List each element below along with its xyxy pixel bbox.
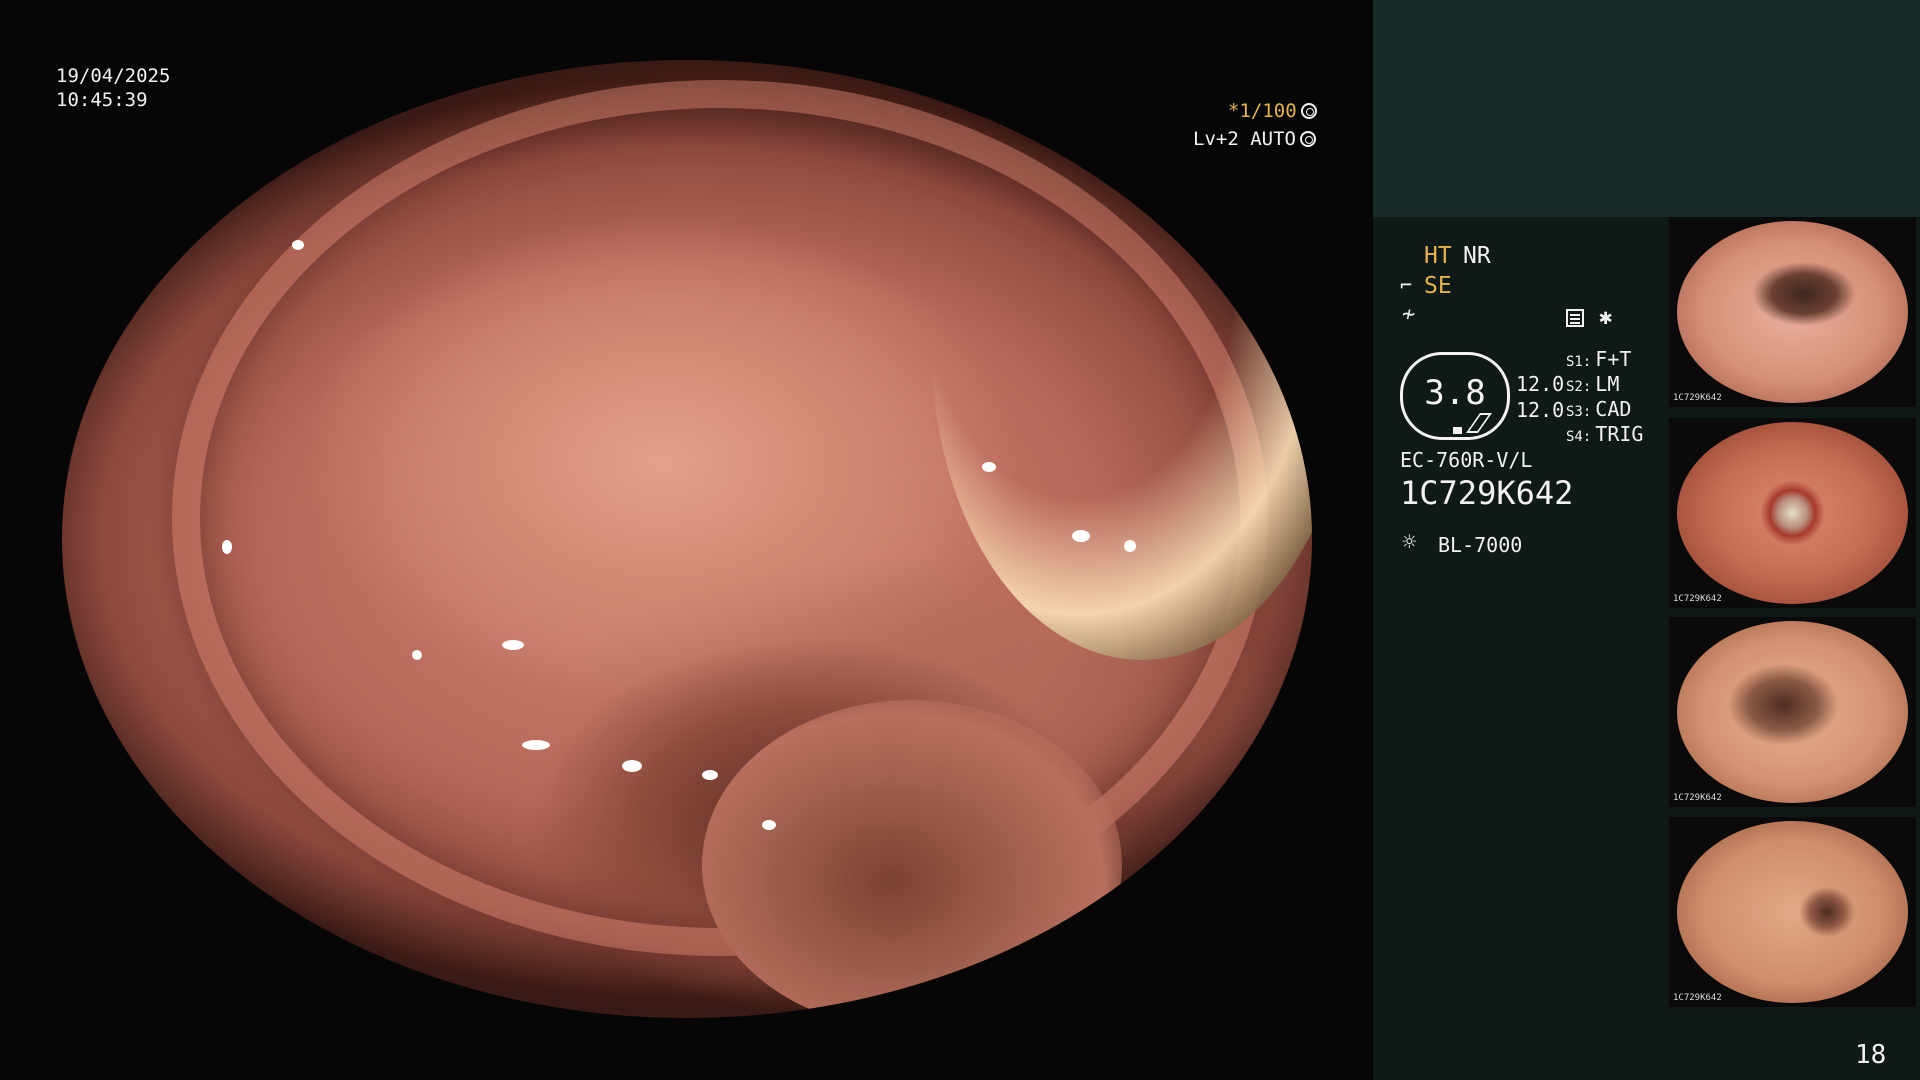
time: 10:45:39	[56, 89, 148, 111]
settings-list-icon	[1566, 309, 1584, 327]
capture-thumbnail[interactable]: 1C729K642	[1669, 418, 1916, 608]
thumbnail-image	[1677, 422, 1908, 604]
lumen	[702, 700, 1122, 1018]
level-value: Lv+2 AUTO	[1193, 128, 1296, 150]
specular-highlight	[1072, 530, 1090, 542]
panel-header-area	[1373, 0, 1920, 217]
specular-highlight	[1124, 540, 1136, 552]
value-2: 12.0	[1516, 398, 1565, 422]
capture-thumbnail[interactable]: 1C729K642	[1669, 217, 1916, 407]
specular-highlight	[222, 540, 232, 554]
function-icon: ≁	[1402, 302, 1416, 327]
specular-highlight	[412, 650, 422, 660]
capture-thumbnail[interactable]: 1C729K642	[1669, 817, 1916, 1007]
asterisk-icon: ✱	[1599, 305, 1613, 330]
auto-iris-icon	[1299, 131, 1316, 147]
specular-highlight	[292, 240, 304, 250]
soft-key-3: S3: CAD	[1566, 397, 1632, 421]
nr-indicator: NR	[1463, 243, 1491, 269]
specular-highlight	[702, 770, 718, 780]
soft-key-2: S2: LM	[1566, 372, 1620, 396]
aperture-icon	[1300, 103, 1317, 119]
thumbnail-caption: 1C729K642	[1673, 793, 1722, 803]
thumbnail-caption: 1C729K642	[1673, 993, 1722, 1003]
scope-serial: 1C729K642	[1400, 474, 1574, 512]
soft-key-1: S1: F+T	[1566, 347, 1632, 371]
specular-highlight	[762, 820, 776, 830]
date: 19/04/2025	[56, 65, 171, 87]
scope-model: EC-760R-V/L	[1400, 448, 1533, 472]
shutter-value: *1/100	[1228, 100, 1297, 122]
thumbnail-image	[1677, 621, 1908, 803]
sun-icon	[1402, 528, 1424, 556]
tool-icon	[1465, 413, 1493, 433]
thumbnail-image	[1677, 221, 1908, 403]
shutter-readout: *1/100	[1228, 99, 1317, 123]
thumbnail-caption: 1C729K642	[1673, 393, 1722, 403]
lens-marker	[1453, 427, 1462, 434]
specular-highlight	[982, 462, 996, 472]
lens-indicator: 3.8	[1400, 352, 1510, 440]
endoscope-view	[62, 60, 1312, 1018]
soft-key-4: S4: TRIG	[1566, 422, 1644, 446]
specular-highlight	[522, 740, 550, 750]
value-1: 12.0	[1516, 372, 1565, 396]
se-indicator: SE	[1424, 273, 1452, 299]
specular-highlight	[324, 130, 334, 138]
scissors-icon: ⌐	[1400, 273, 1413, 297]
thumbnail-caption: 1C729K642	[1673, 594, 1722, 604]
lens-value: 3.8	[1424, 373, 1486, 413]
specular-highlight	[622, 760, 642, 772]
datetime: 19/04/2025 10:45:39	[56, 64, 170, 112]
thumbnail-image	[1677, 821, 1908, 1003]
ht-indicator: HT	[1424, 243, 1452, 269]
light-source: BL-7000	[1438, 533, 1523, 557]
specular-highlight	[502, 640, 524, 650]
level-readout: Lv+2 AUTO	[1193, 127, 1316, 151]
page-number: 18	[1855, 1040, 1887, 1070]
capture-thumbnail[interactable]: 1C729K642	[1669, 617, 1916, 807]
